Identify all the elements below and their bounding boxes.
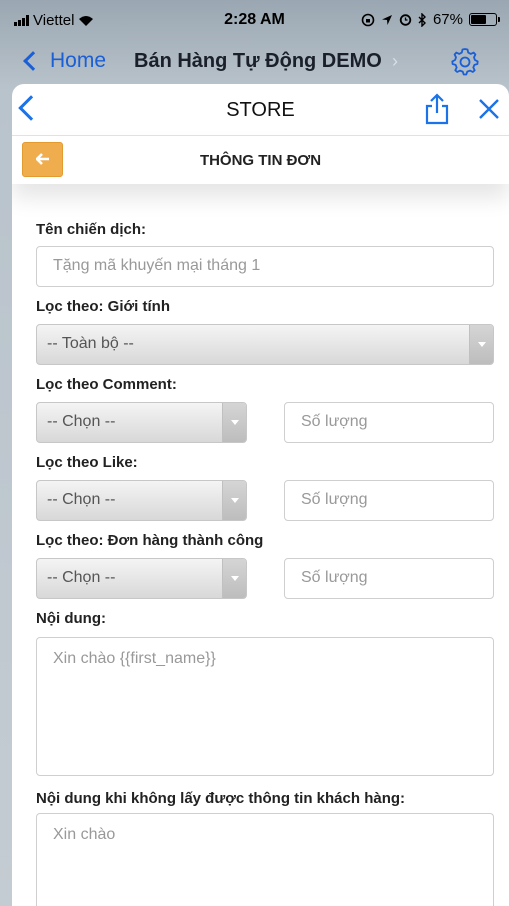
order-filter-select[interactable]: -- Chọn -- bbox=[36, 558, 247, 599]
battery-icon bbox=[469, 13, 500, 26]
content-textarea[interactable]: Xin chào {{first_name}} bbox=[36, 637, 494, 776]
app-header: Home Bán Hàng Tự Động DEMO › bbox=[0, 40, 509, 84]
order-filter-label: Lọc theo: Đơn hàng thành công bbox=[36, 532, 264, 549]
like-filter-value: -- Chọn -- bbox=[47, 491, 116, 508]
gender-filter-label: Lọc theo: Giới tính bbox=[36, 298, 170, 315]
chevron-down-icon bbox=[469, 325, 493, 364]
comment-filter-select[interactable]: -- Chọn -- bbox=[36, 402, 247, 443]
sub-header: THÔNG TIN ĐƠN bbox=[12, 136, 509, 184]
bluetooth-icon bbox=[418, 12, 426, 27]
modal-sheet: STORE THÔNG TIN ĐƠN Tên chiến dịch: Tặng… bbox=[12, 84, 509, 906]
home-back-label: Home bbox=[50, 49, 107, 72]
rotation-lock-icon bbox=[361, 13, 375, 26]
order-filter-value: -- Chọn -- bbox=[47, 569, 116, 586]
comment-filter-value: -- Chọn -- bbox=[47, 413, 116, 430]
sub-header-title: THÔNG TIN ĐƠN bbox=[199, 152, 322, 169]
app-title[interactable]: Bán Hàng Tự Động DEMO bbox=[134, 50, 382, 73]
comment-filter-label: Lọc theo Comment: bbox=[36, 376, 177, 393]
comment-quantity-input[interactable]: Số lượng bbox=[284, 402, 494, 443]
like-quantity-input[interactable]: Số lượng bbox=[284, 480, 494, 521]
settings-gear-icon[interactable] bbox=[450, 46, 480, 76]
like-filter-label: Lọc theo Like: bbox=[36, 454, 138, 471]
alarm-icon bbox=[399, 14, 412, 26]
chevron-left-icon bbox=[23, 51, 43, 71]
location-icon bbox=[381, 14, 392, 25]
order-quantity-input[interactable]: Số lượng bbox=[284, 558, 494, 599]
gender-filter-value: -- Toàn bộ -- bbox=[47, 335, 134, 352]
chevron-down-icon bbox=[222, 559, 246, 598]
chevron-right-icon: › bbox=[392, 51, 398, 71]
status-right: 67% bbox=[361, 11, 500, 28]
chevron-down-icon bbox=[222, 403, 246, 442]
like-filter-select[interactable]: -- Chọn -- bbox=[36, 480, 247, 521]
content-label: Nội dung: bbox=[36, 610, 106, 627]
app-frame: Viettel 2:28 AM 67% Home Bán Hàng Tự Độn… bbox=[0, 0, 509, 906]
close-icon[interactable] bbox=[478, 98, 500, 120]
chevron-down-icon bbox=[222, 481, 246, 520]
fallback-content-textarea[interactable]: Xin chào bbox=[36, 813, 494, 906]
status-bar: Viettel 2:28 AM 67% bbox=[0, 0, 509, 40]
share-icon[interactable] bbox=[424, 93, 450, 125]
gender-filter-select[interactable]: -- Toàn bộ -- bbox=[36, 324, 494, 365]
battery-percent: 67% bbox=[432, 11, 463, 28]
sheet-nav-bar: STORE bbox=[12, 84, 509, 136]
fallback-content-label: Nội dung khi không lấy được thông tin kh… bbox=[36, 790, 406, 807]
campaign-name-label: Tên chiến dịch: bbox=[36, 221, 147, 238]
home-back-button[interactable]: Home bbox=[23, 49, 107, 73]
campaign-name-input[interactable]: Tặng mã khuyến mại tháng 1 bbox=[36, 246, 494, 287]
